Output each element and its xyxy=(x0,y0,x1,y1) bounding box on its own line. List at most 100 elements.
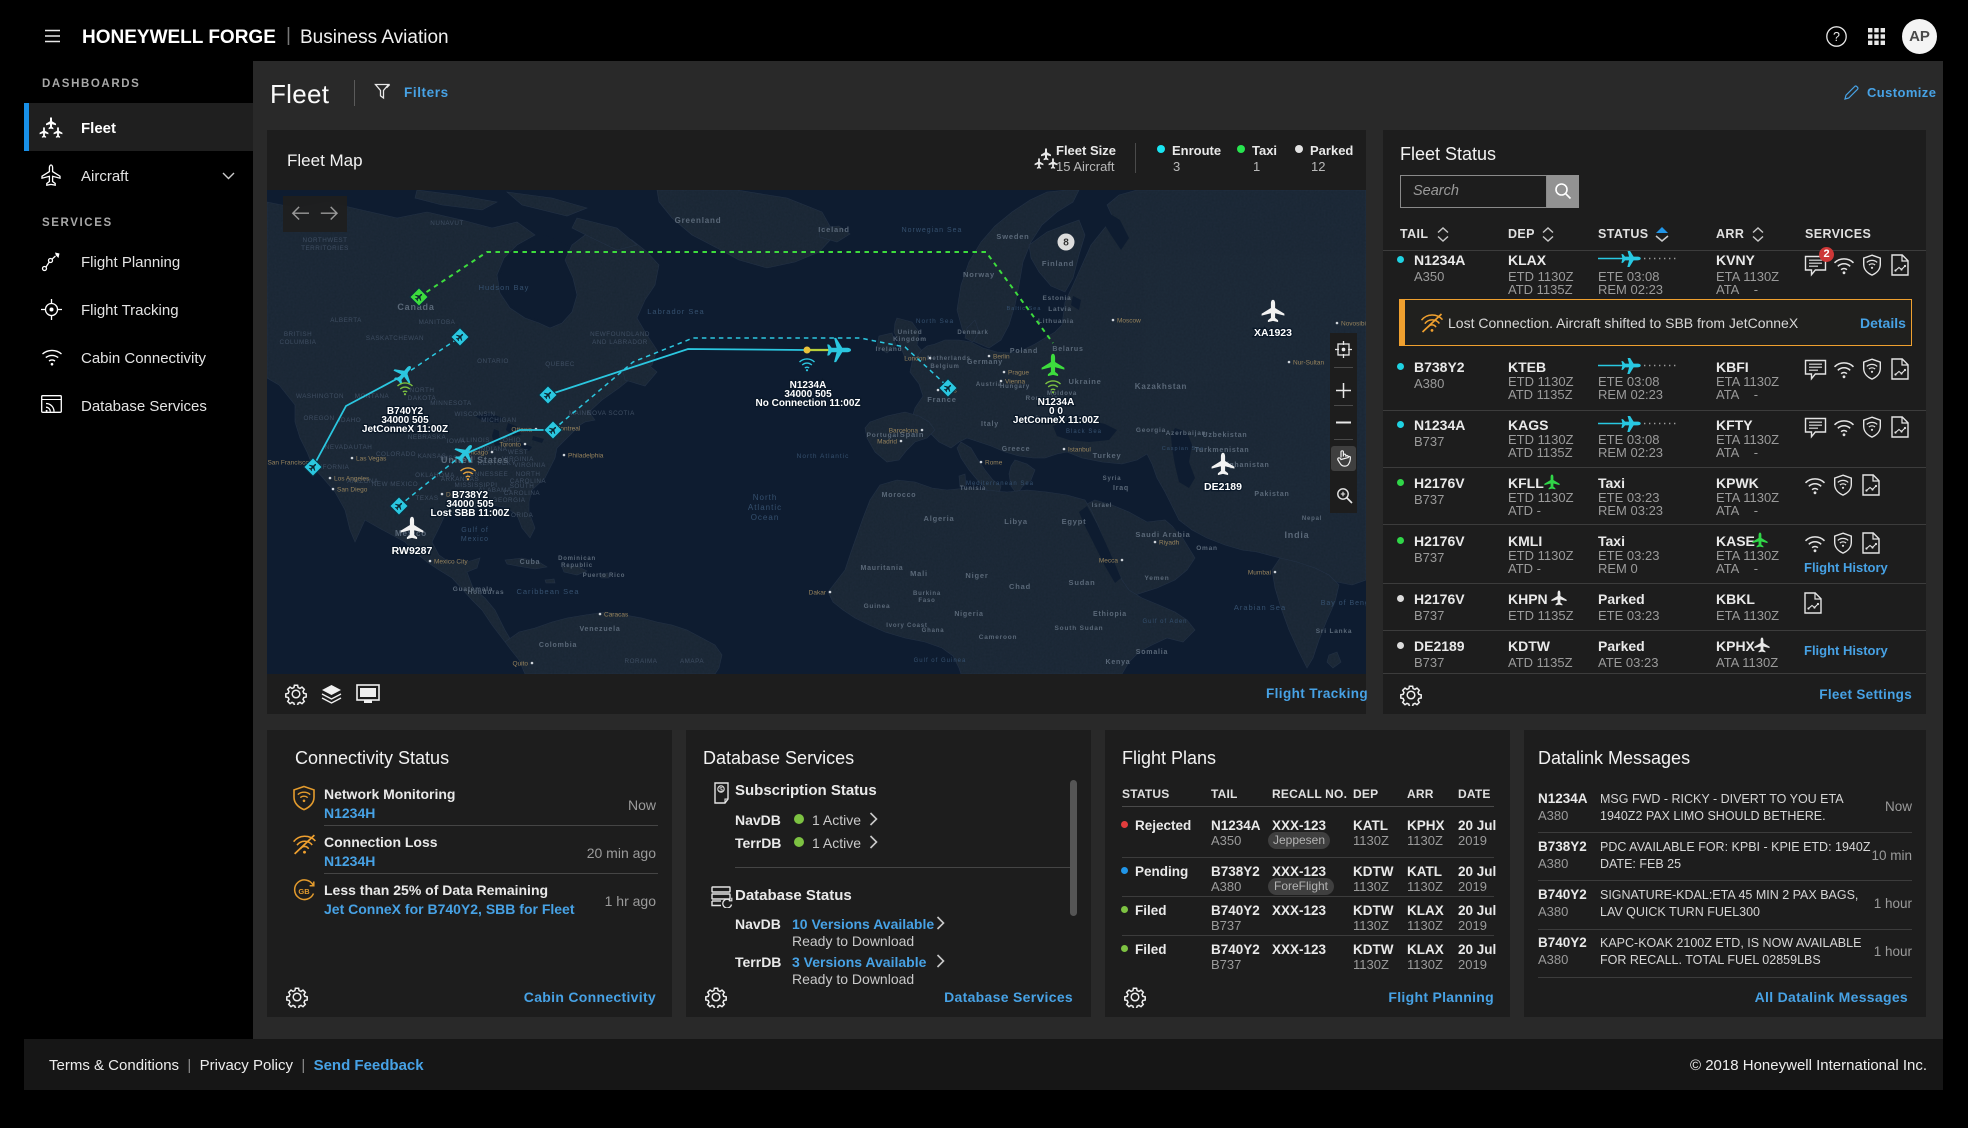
svg-text:Ethiopia: Ethiopia xyxy=(1093,611,1127,618)
svg-text:SASKATCHEWAN: SASKATCHEWAN xyxy=(366,335,424,342)
svg-text:No Connection 11:00Z: No Connection 11:00Z xyxy=(755,398,860,409)
svg-text:Istanbul: Istanbul xyxy=(1068,447,1091,454)
svg-text:Bay of Bengal: Bay of Bengal xyxy=(1321,600,1366,607)
svg-text:RORAIMA: RORAIMA xyxy=(625,658,658,665)
svg-text:Vienna: Vienna xyxy=(1005,379,1026,386)
svg-text:ONTARIO: ONTARIO xyxy=(477,358,509,365)
svg-text:Black Sea: Black Sea xyxy=(1066,429,1102,435)
svg-text:Azerbaijan: Azerbaijan xyxy=(1166,430,1207,437)
svg-text:Mediterranean Sea: Mediterranean Sea xyxy=(966,481,1034,487)
svg-text:Guatemala: Guatemala xyxy=(453,586,493,593)
svg-text:Greece: Greece xyxy=(1002,446,1031,453)
svg-text:Gulf of: Gulf of xyxy=(461,527,489,534)
svg-text:San Diego: San Diego xyxy=(337,487,368,494)
svg-text:Iraq: Iraq xyxy=(1113,485,1129,492)
svg-text:Israel: Israel xyxy=(1092,503,1112,509)
svg-text:Latvia: Latvia xyxy=(1048,306,1072,313)
svg-text:Venezuela: Venezuela xyxy=(579,626,620,633)
svg-text:NUNAVUT: NUNAVUT xyxy=(430,220,463,227)
svg-text:Ireland: Ireland xyxy=(876,346,903,353)
svg-text:Hudson Bay: Hudson Bay xyxy=(479,283,530,292)
svg-text:United: United xyxy=(897,329,922,336)
svg-text:UTAH: UTAH xyxy=(354,444,373,451)
svg-text:AMAPA: AMAPA xyxy=(680,658,704,665)
svg-text:Nigeria: Nigeria xyxy=(954,611,983,618)
svg-text:Somalia: Somalia xyxy=(1136,649,1168,656)
svg-text:TERRITORIES: TERRITORIES xyxy=(301,245,349,252)
svg-text:Gulf of Guinea: Gulf of Guinea xyxy=(914,658,967,664)
svg-text:Barcelona: Barcelona xyxy=(889,428,919,435)
svg-text:Niger: Niger xyxy=(965,571,988,580)
svg-text:8: 8 xyxy=(1063,238,1069,249)
svg-text:VIRGINIA: VIRGINIA xyxy=(514,462,546,469)
svg-text:Atlantic: Atlantic xyxy=(748,503,782,512)
svg-text:Puerto Rico: Puerto Rico xyxy=(583,573,625,579)
svg-text:?: ? xyxy=(1833,30,1840,44)
svg-text:Ukraine: Ukraine xyxy=(1068,377,1101,386)
svg-text:Kenya: Kenya xyxy=(1105,659,1130,666)
svg-text:Algeria: Algeria xyxy=(923,514,954,523)
svg-text:Nepal: Nepal xyxy=(1302,516,1322,522)
svg-text:Madrid: Madrid xyxy=(877,439,897,446)
svg-text:Novosibirsk: Novosibirsk xyxy=(1341,321,1366,328)
svg-text:Norwegian Sea: Norwegian Sea xyxy=(902,227,963,234)
svg-text:MICHIGAN: MICHIGAN xyxy=(481,417,517,424)
svg-text:Dakar: Dakar xyxy=(809,590,827,597)
svg-text:Greenland: Greenland xyxy=(675,216,722,225)
svg-text:Finland: Finland xyxy=(1042,259,1074,268)
svg-text:Ghana: Ghana xyxy=(922,628,945,634)
svg-text:Baltic Sea: Baltic Sea xyxy=(1007,306,1042,312)
svg-text:North: North xyxy=(753,493,778,502)
svg-text:NEWFOUNDLAND: NEWFOUNDLAND xyxy=(590,331,650,338)
svg-text:Syria: Syria xyxy=(1103,476,1122,482)
svg-text:Austria: Austria xyxy=(976,382,1002,388)
svg-text:Burkina: Burkina xyxy=(913,591,941,597)
svg-text:NEVADA: NEVADA xyxy=(325,444,354,451)
svg-text:MANITOBA: MANITOBA xyxy=(419,319,456,326)
svg-text:Belgium: Belgium xyxy=(930,364,959,370)
svg-text:SOUTH: SOUTH xyxy=(510,483,535,490)
svg-text:Las Vegas: Las Vegas xyxy=(356,456,387,463)
svg-text:Turkey: Turkey xyxy=(1093,451,1122,460)
svg-text:IDAHO: IDAHO xyxy=(339,417,361,424)
svg-text:Philadelphia: Philadelphia xyxy=(568,453,604,460)
svg-text:Berlin: Berlin xyxy=(993,354,1010,361)
svg-text:RW9287: RW9287 xyxy=(392,545,433,557)
svg-text:Georgia: Georgia xyxy=(1136,427,1166,434)
svg-text:Saudi Arabia: Saudi Arabia xyxy=(1135,530,1190,539)
svg-text:JetConneX 11:00Z: JetConneX 11:00Z xyxy=(1013,415,1099,426)
svg-text:XA1923: XA1923 xyxy=(1254,327,1292,339)
svg-text:AND LABRADOR: AND LABRADOR xyxy=(592,339,648,346)
svg-text:India: India xyxy=(1284,530,1309,540)
svg-text:Belarus: Belarus xyxy=(1052,346,1083,353)
svg-text:JetConneX 11:00Z: JetConneX 11:00Z xyxy=(362,424,448,435)
svg-text:Prague: Prague xyxy=(1008,370,1029,377)
svg-text:Egypt: Egypt xyxy=(1062,517,1087,526)
svg-text:BRITISH: BRITISH xyxy=(284,331,312,338)
svg-text:OREGON: OREGON xyxy=(304,415,335,422)
svg-text:Ocean: Ocean xyxy=(751,513,780,522)
svg-text:Sweden: Sweden xyxy=(996,232,1029,241)
svg-text:WEST: WEST xyxy=(508,449,528,456)
svg-text:Nur-Sultan: Nur-Sultan xyxy=(1293,360,1324,367)
svg-text:Moscow: Moscow xyxy=(1117,318,1141,325)
svg-text:Colombia: Colombia xyxy=(539,642,577,649)
svg-text:France: France xyxy=(927,395,956,404)
svg-text:NORTH: NORTH xyxy=(516,471,541,478)
svg-text:Mecca: Mecca xyxy=(1099,558,1119,565)
svg-text:NOVA SCOTIA: NOVA SCOTIA xyxy=(587,410,635,417)
svg-text:London: London xyxy=(904,356,926,363)
svg-text:Lithuania: Lithuania xyxy=(1038,318,1074,325)
svg-text:Mauritania: Mauritania xyxy=(860,565,903,572)
svg-text:Oman: Oman xyxy=(1196,545,1218,552)
svg-text:GB: GB xyxy=(298,887,310,896)
svg-text:MISSISSIPPI: MISSISSIPPI xyxy=(455,482,498,489)
svg-text:Chad: Chad xyxy=(1009,582,1031,591)
svg-text:Lost SBB 11:00Z: Lost SBB 11:00Z xyxy=(431,508,510,519)
svg-text:Caribbean Sea: Caribbean Sea xyxy=(516,587,579,596)
svg-text:Faso: Faso xyxy=(918,598,935,604)
svg-text:Uzbekistan: Uzbekistan xyxy=(1203,432,1248,439)
svg-text:MINNESOTA: MINNESOTA xyxy=(430,400,472,407)
svg-text:Labrador Sea: Labrador Sea xyxy=(647,307,704,316)
svg-text:Caracas: Caracas xyxy=(604,612,629,619)
